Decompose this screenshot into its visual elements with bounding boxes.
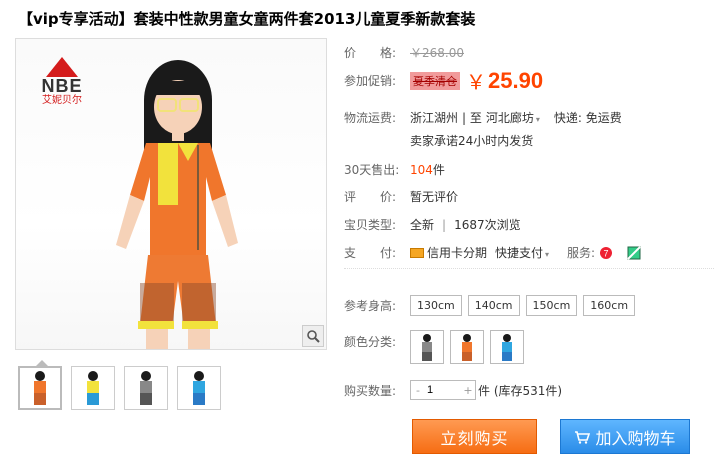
size-option-140[interactable]: 140cm (467, 295, 520, 316)
add-to-cart-button[interactable]: 加入购物车 (560, 419, 690, 454)
color-option-orange[interactable] (450, 330, 484, 364)
thumbnail-orange[interactable] (18, 360, 62, 410)
ship-from: 浙江湖州 (410, 111, 459, 125)
guarantee-icon[interactable] (627, 245, 641, 260)
quantity-input[interactable] (425, 384, 461, 396)
express-fee: 快递: 免运费 (553, 111, 622, 125)
promo-price: 25.90 (488, 67, 544, 93)
size-option-130[interactable]: 130cm (410, 295, 462, 316)
color-option-gray[interactable] (410, 330, 444, 364)
shipping-row: 物流运费: 浙江湖州 | 至 河北廊坊 ▾ 快递: 免运费 (344, 109, 622, 126)
quantity-decrease-button[interactable]: - (411, 384, 425, 397)
sales-count: 104 (410, 162, 433, 177)
ship-to-select[interactable]: 河北廊坊 ▾ (486, 109, 540, 126)
chevron-down-icon: ▾ (545, 250, 550, 259)
quantity-row: 购买数量: - + 件 (库存531件) (344, 380, 562, 400)
sales-row: 30天售出: 104 件 (344, 162, 445, 178)
product-photo (116, 60, 238, 349)
price-row: 价 格: ￥268.00 (344, 46, 464, 60)
promo-tag: 夏季清仓 (410, 71, 460, 90)
cart-icon (575, 430, 591, 444)
rating-row: 评 价: 暂无评价 (344, 188, 459, 205)
payment-row: 支 付: 信用卡分期 快捷支付 ▾ 服务: 7 (344, 244, 641, 261)
original-price: ￥268.00 (410, 46, 464, 60)
color-row: 颜色分类: (344, 330, 524, 364)
seven-day-return-icon[interactable]: 7 (599, 246, 613, 260)
credit-card-icon (410, 247, 424, 258)
size-option-160[interactable]: 160cm (583, 295, 636, 316)
ship-promise: 卖家承诺24小时内发货 (410, 134, 534, 148)
thumbnail-strip (18, 360, 221, 410)
svg-text:7: 7 (604, 248, 609, 258)
buy-now-button[interactable]: 立刻购买 (412, 419, 537, 454)
thumbnail-cyan[interactable] (177, 366, 221, 410)
thumbnail-blue[interactable] (71, 366, 115, 410)
chevron-down-icon: ▾ (535, 115, 540, 124)
stock-info: 件 (库存531件) (478, 383, 563, 398)
zoom-icon[interactable] (302, 325, 324, 347)
quantity-stepper: - + (410, 380, 476, 400)
divider (344, 268, 714, 269)
main-product-image[interactable]: NBE 艾妮贝尔 (15, 38, 327, 350)
color-option-blue[interactable] (490, 330, 524, 364)
item-type-row: 宝贝类型: 全新 | 1687次浏览 (344, 217, 521, 233)
rating-value[interactable]: 暂无评价 (410, 188, 458, 205)
size-option-150[interactable]: 150cm (525, 295, 578, 316)
thumbnail-gray[interactable] (124, 366, 168, 410)
view-count: 1687次浏览 (454, 218, 521, 232)
quantity-increase-button[interactable]: + (461, 384, 475, 397)
product-title: 【vip专享活动】套装中性款男童女童两件套2013儿童夏季新款套装 (18, 10, 476, 28)
credit-installment[interactable]: 信用卡分期 (427, 244, 487, 261)
promo-row: 参加促销: 夏季清仓 ￥ 25.90 (344, 67, 544, 95)
quick-pay-select[interactable]: 快捷支付 ▾ (495, 244, 549, 261)
size-row: 参考身高: 130cm 140cm 150cm 160cm (344, 295, 636, 316)
